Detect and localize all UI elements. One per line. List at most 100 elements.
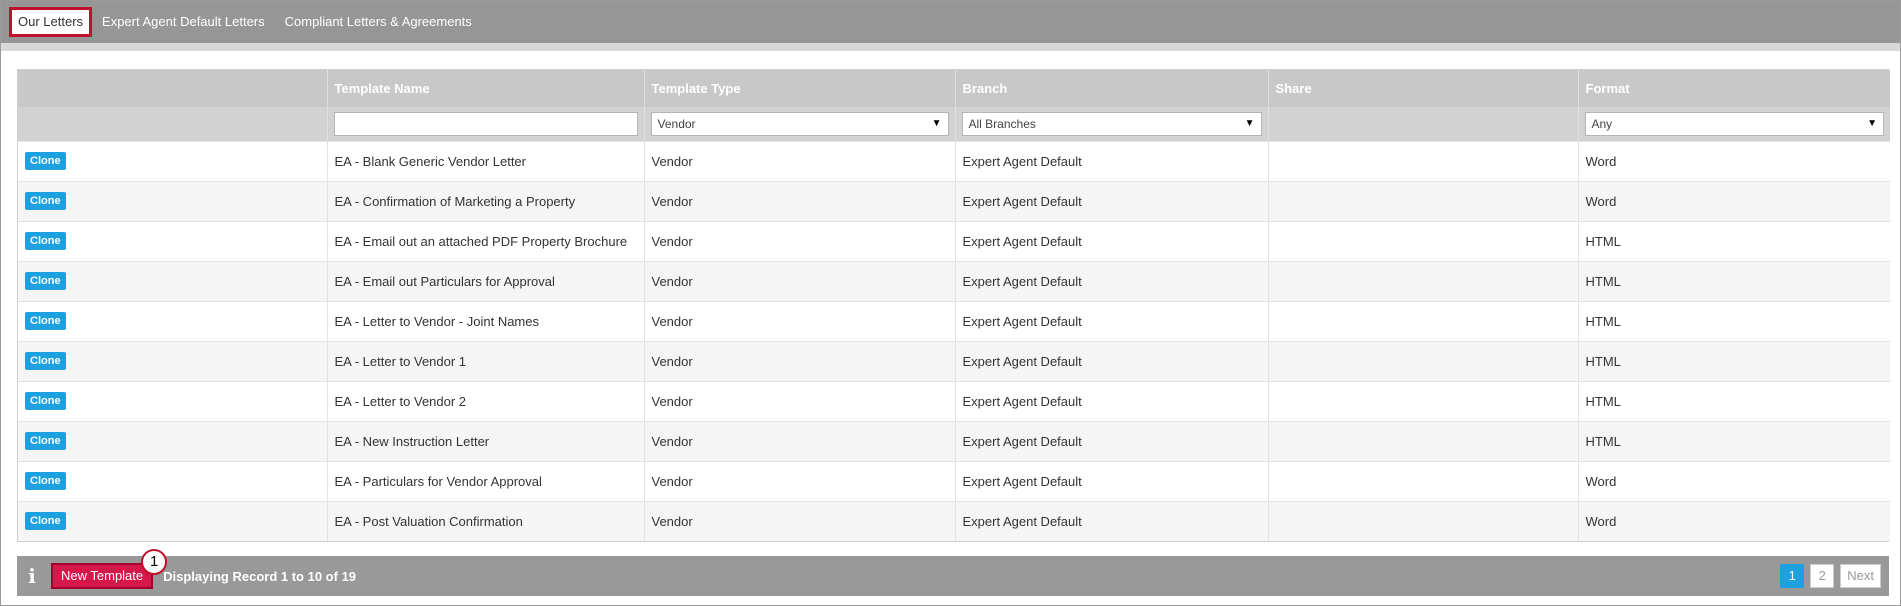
column-header-actions [18, 70, 328, 107]
branch-cell: Expert Agent Default [955, 340, 1269, 381]
filter-cell-branch: All Branches ▼ [955, 107, 1269, 141]
share-cell [1268, 220, 1579, 261]
template-name-cell: EA - Letter to Vendor - Joint Names [327, 300, 645, 341]
template-type-cell: Vendor [644, 260, 956, 301]
clone-button[interactable]: Clone [25, 352, 66, 370]
filter-cell-format: Any ▼ [1578, 107, 1890, 141]
template-name-cell: EA - Confirmation of Marketing a Propert… [327, 180, 645, 221]
branch-cell: Expert Agent Default [955, 260, 1269, 301]
column-header-format[interactable]: Format [1578, 70, 1890, 107]
clone-button[interactable]: Clone [25, 272, 66, 290]
table-row: Clone EA - New Instruction Letter Vendor Ex… [18, 420, 1890, 461]
clone-cell: Clone [18, 380, 328, 421]
clone-button[interactable]: Clone [25, 152, 66, 170]
template-name-cell: EA - Particulars for Vendor Approval [327, 460, 645, 501]
share-cell [1268, 420, 1579, 461]
template-type-cell: Vendor [644, 300, 956, 341]
branch-filter-value: All Branches [968, 116, 1036, 131]
clone-button[interactable]: Clone [25, 232, 66, 250]
template-type-cell: Vendor [644, 340, 956, 381]
format-filter-select[interactable]: Any ▼ [1584, 111, 1884, 136]
callout-badge: 1 [141, 549, 168, 575]
clone-button[interactable]: Clone [25, 192, 66, 210]
clone-button[interactable]: Clone [25, 392, 66, 410]
template-name-cell: EA - Email out Particulars for Approval [327, 260, 645, 301]
share-cell [1268, 300, 1579, 341]
template-type-filter-select[interactable]: Vendor ▼ [650, 111, 949, 136]
branch-cell: Expert Agent Default [955, 300, 1269, 341]
column-header-template-type[interactable]: Template Type [644, 70, 956, 107]
format-cell: HTML [1578, 380, 1890, 421]
caret-down-icon: ▼ [1867, 118, 1877, 130]
table-row: Clone EA - Particulars for Vendor Approva… [18, 460, 1890, 501]
table-row: Clone EA - Email out an attached PDF Prop… [18, 220, 1890, 261]
column-header-template-name[interactable]: Template Name [327, 70, 645, 107]
templates-grid: Template Name Template Type Branch Share… [17, 69, 1890, 542]
template-type-cell: Vendor [644, 140, 956, 181]
page-button-1[interactable]: 1 [1780, 564, 1805, 588]
filter-cell-share [1268, 107, 1579, 141]
record-count-text: Displaying Record 1 to 10 of 19 [163, 568, 357, 584]
clone-cell: Clone [18, 140, 328, 181]
table-row: Clone EA - Letter to Vendor 1 Vendor Expert… [18, 340, 1890, 381]
branch-cell: Expert Agent Default [955, 180, 1269, 221]
format-cell: HTML [1578, 260, 1890, 301]
template-name-cell: EA - Email out an attached PDF Property … [327, 220, 645, 261]
new-template-label: New Template [61, 568, 144, 583]
filter-cell-template-name [327, 107, 645, 141]
branch-cell: Expert Agent Default [955, 140, 1269, 181]
branch-cell: Expert Agent Default [955, 380, 1269, 421]
header-row: Template Name Template Type Branch Share… [18, 70, 1890, 107]
clone-button[interactable]: Clone [25, 312, 66, 330]
branch-cell: Expert Agent Default [955, 460, 1269, 501]
clone-cell: Clone [18, 340, 328, 381]
template-name-cell: EA - Blank Generic Vendor Letter [327, 140, 645, 181]
branch-cell: Expert Agent Default [955, 220, 1269, 261]
filter-cell-template-type: Vendor ▼ [644, 107, 956, 141]
template-type-cell: Vendor [644, 180, 956, 221]
tab-our-letters[interactable]: Our Letters [9, 7, 93, 37]
template-name-cell: EA - New Instruction Letter [327, 420, 645, 461]
format-cell: Word [1578, 460, 1890, 501]
template-type-cell: Vendor [644, 380, 956, 421]
tab-expert-agent-default-letters[interactable]: Expert Agent Default Letters [92, 7, 275, 37]
table-row: Clone EA - Confirmation of Marketing a Pr… [18, 180, 1890, 221]
tab-compliant-letters-agreements[interactable]: Compliant Letters & Agreements [275, 7, 482, 37]
column-header-share[interactable]: Share [1268, 70, 1579, 107]
table-row: Clone EA - Post Valuation Confirmation Ven… [18, 500, 1890, 541]
clone-cell: Clone [18, 300, 328, 341]
clone-cell: Clone [18, 180, 328, 221]
sub-header-bar [1, 43, 1900, 51]
caret-down-icon: ▼ [931, 118, 942, 130]
template-type-cell: Vendor [644, 220, 956, 261]
clone-button[interactable]: Clone [25, 512, 66, 531]
next-page-button[interactable]: Next [1840, 564, 1881, 588]
grid-footer: i New Template 1 Displaying Record 1 to … [17, 549, 1889, 596]
format-cell: HTML [1578, 220, 1890, 261]
format-cell: Word [1578, 500, 1890, 541]
format-cell: HTML [1578, 300, 1890, 341]
clone-cell: Clone [18, 220, 328, 261]
new-template-button[interactable]: New Template 1 [51, 549, 168, 589]
format-filter-value: Any [1591, 116, 1613, 131]
table-row: Clone EA - Email out Particulars for Appr… [18, 260, 1890, 301]
share-cell [1268, 500, 1579, 541]
format-cell: Word [1578, 140, 1890, 181]
pagination: 1 2 Next [1780, 564, 1881, 588]
clone-button[interactable]: Clone [25, 472, 66, 490]
share-cell [1268, 380, 1579, 421]
page-button-2[interactable]: 2 [1810, 564, 1835, 588]
column-header-branch[interactable]: Branch [955, 70, 1269, 107]
clone-cell: Clone [18, 420, 328, 461]
table-row: Clone EA - Blank Generic Vendor Letter Ven… [18, 140, 1890, 181]
share-cell [1268, 140, 1579, 181]
clone-button[interactable]: Clone [25, 432, 66, 450]
filter-row: Vendor ▼ All Branches ▼ Any ▼ [18, 107, 1890, 141]
info-icon[interactable]: i [21, 564, 43, 588]
template-name-filter-input[interactable] [333, 111, 638, 136]
template-name-cell: EA - Letter to Vendor 1 [327, 340, 645, 381]
template-name-cell: EA - Post Valuation Confirmation [327, 500, 645, 541]
table-row: Clone EA - Letter to Vendor 2 Vendor Expert… [18, 380, 1890, 421]
branch-filter-select[interactable]: All Branches ▼ [961, 111, 1262, 136]
share-cell [1268, 260, 1579, 301]
